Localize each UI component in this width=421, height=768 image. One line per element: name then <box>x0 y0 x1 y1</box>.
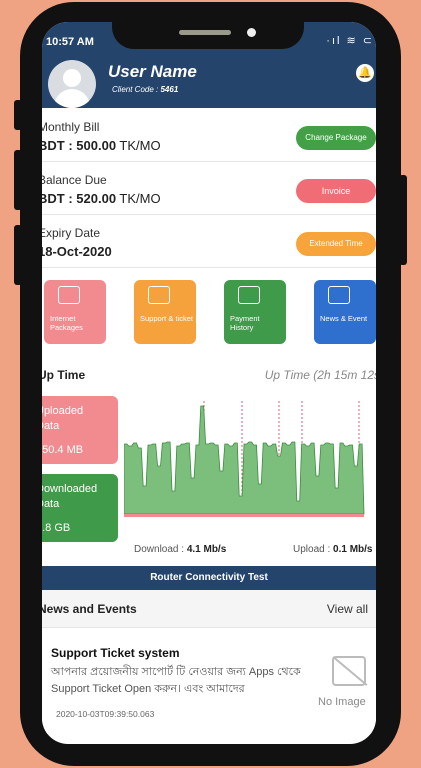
tile-support-ticket[interactable]: Support & ticket <box>134 280 196 344</box>
tile-label: Internet Packages <box>50 314 83 332</box>
phone-notch <box>112 22 304 49</box>
change-package-button[interactable]: Change Package <box>296 126 376 150</box>
news-icon <box>328 286 350 304</box>
downloaded-data-label: Downloaded Data <box>42 483 98 510</box>
monthly-bill-label: Monthly Bill <box>42 120 100 134</box>
downloaded-data-card: Downloaded Data 1.8 GB <box>42 474 118 542</box>
tile-label: Payment History <box>230 314 260 332</box>
balance-due-row: Balance Due BDT : 520.00 TK/MO Invoice <box>42 163 376 215</box>
app-screen: 10:57 AM ·ıl ≋ ⊂ User Name Client Code :… <box>42 22 376 744</box>
monthly-bill-row: Monthly Bill BDT : 500.00 TK/MO Change P… <box>42 110 376 162</box>
downloaded-data-value: 1.8 GB <box>42 522 71 534</box>
speaker-grille <box>179 30 231 35</box>
profile-header: 10:57 AM ·ıl ≋ ⊂ User Name Client Code :… <box>42 22 376 108</box>
client-code: Client Code : 5461 <box>112 85 179 94</box>
tile-label: News & Event <box>320 314 368 323</box>
user-name: User Name <box>108 62 197 81</box>
notification-icon[interactable]: 🔔 <box>356 64 374 82</box>
tile-label: Support & ticket <box>140 314 193 323</box>
tile-payment-history[interactable]: Payment History <box>224 280 286 344</box>
no-image-label: No Image <box>318 696 366 708</box>
invoice-button[interactable]: Invoice <box>296 179 376 203</box>
view-all-link[interactable]: View all <box>327 602 368 616</box>
expiry-date-value: 18-Oct-2020 <box>42 244 112 259</box>
box-icon <box>58 286 80 304</box>
expiry-date-label: Expiry Date <box>42 226 101 240</box>
tile-news-event[interactable]: News & Event <box>314 280 376 344</box>
upload-speed: Upload : 0.1 Mb/s <box>293 544 373 555</box>
status-time: 10:57 AM <box>46 36 94 48</box>
uploaded-data-label: Uploaded Data <box>42 405 84 432</box>
front-camera <box>247 28 256 37</box>
router-connectivity-test-button[interactable]: Router Connectivity Test <box>42 566 376 590</box>
download-area <box>124 405 365 515</box>
monthly-bill-value: BDT : 500.00 TK/MO <box>42 138 161 153</box>
tile-internet-packages[interactable]: Internet Packages <box>44 280 106 344</box>
card-icon <box>238 286 260 304</box>
status-icons: ·ıl ≋ ⊂ <box>326 35 374 47</box>
uptime-duration: Up Time (2h 15m 12s) <box>264 368 376 382</box>
no-image-icon <box>332 656 366 686</box>
news-item-title: Support Ticket system <box>51 646 180 660</box>
news-header: News and Events View all <box>42 590 376 628</box>
uploaded-data-value: 150.4 MB <box>42 444 84 456</box>
uptime-title: Up Time <box>42 368 86 382</box>
news-item-description: আপনার প্রয়োজনীয় সাপোর্ট টি নেওয়ার জন্… <box>51 666 301 695</box>
download-speed: Download : 4.1 Mb/s <box>134 544 227 555</box>
news-item-date: 2020-10-03T09:39:50.063 <box>56 709 155 719</box>
avatar[interactable] <box>48 60 96 108</box>
balance-due-value: BDT : 520.00 TK/MO <box>42 191 161 206</box>
balance-due-label: Balance Due <box>42 173 107 187</box>
uploaded-data-card: Uploaded Data 150.4 MB <box>42 396 118 464</box>
chat-icon <box>148 286 170 304</box>
news-heading: News and Events <box>42 602 137 616</box>
news-item[interactable]: Support Ticket system আপনার প্রয়োজনীয় … <box>42 634 376 734</box>
traffic-chart <box>124 401 365 517</box>
extended-time-button[interactable]: Extended Time <box>296 232 376 256</box>
expiry-date-row: Expiry Date 18-Oct-2020 Extended Time <box>42 216 376 268</box>
upload-area <box>124 514 364 517</box>
